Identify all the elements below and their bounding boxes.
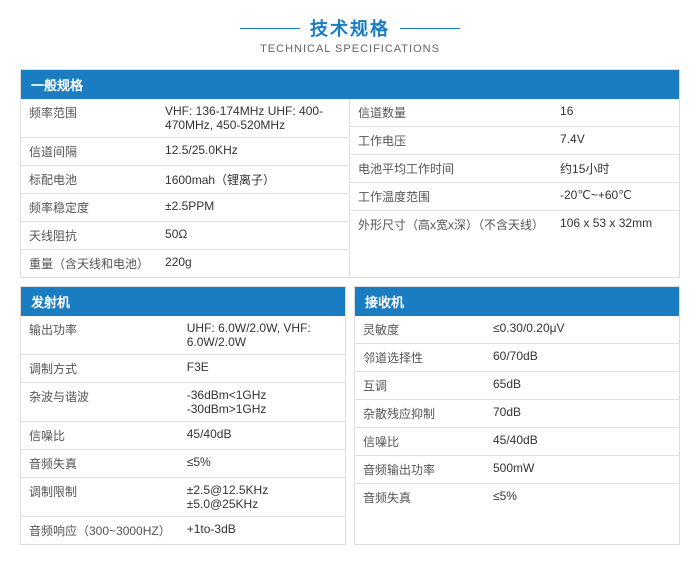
row-value: 220g (157, 250, 349, 278)
table-row: 邻道选择性60/70dB (355, 344, 679, 372)
bottom-sections: 发射机 输出功率UHF: 6.0W/2.0W, VHF: 6.0W/2.0W调制… (20, 286, 680, 545)
general-section: 一般规格 频率范围VHF: 136-174MHz UHF: 400-470MHz… (20, 69, 680, 278)
row-value: 45/40dB (485, 428, 679, 456)
table-row: 工作电压7.4V (350, 127, 679, 155)
table-row: 天线阻抗50Ω (21, 222, 349, 250)
table-row: 重量（含天线和电池）220g (21, 250, 349, 278)
row-label: 互调 (355, 372, 485, 400)
row-label: 音频失真 (355, 484, 485, 512)
table-row: 工作温度范围-20℃~+60℃ (350, 183, 679, 211)
table-row: 调制方式F3E (21, 355, 345, 383)
transmitter-table: 输出功率UHF: 6.0W/2.0W, VHF: 6.0W/2.0W调制方式F3… (21, 316, 345, 544)
row-value: 500mW (485, 456, 679, 484)
row-label: 信噪比 (21, 422, 179, 450)
row-value: 106 x 53 x 32mm (552, 211, 679, 239)
receiver-header: 接收机 (355, 287, 679, 316)
row-label: 杂波与谐波 (21, 383, 179, 422)
table-row: 电池平均工作时间约15小时 (350, 155, 679, 183)
table-row: 音频输出功率500mW (355, 456, 679, 484)
row-value: +1to-3dB (179, 517, 345, 545)
table-row: 信噪比45/40dB (21, 422, 345, 450)
table-row: 频率范围VHF: 136-174MHz UHF: 400-470MHz, 450… (21, 99, 349, 138)
page-wrapper: 技术规格 TECHNICAL SPECIFICATIONS 一般规格 频率范围V… (0, 0, 700, 565)
row-value: ≤5% (179, 450, 345, 478)
row-label: 信道间隔 (21, 138, 157, 166)
row-label: 音频响应（300~3000HZ） (21, 517, 179, 545)
row-value: UHF: 6.0W/2.0W, VHF: 6.0W/2.0W (179, 316, 345, 355)
row-value: ±2.5PPM (157, 194, 349, 222)
row-value: 65dB (485, 372, 679, 400)
row-value: ±2.5@12.5KHz±5.0@25KHz (179, 478, 345, 517)
row-value: F3E (179, 355, 345, 383)
transmitter-section: 发射机 输出功率UHF: 6.0W/2.0W, VHF: 6.0W/2.0W调制… (20, 286, 346, 545)
row-label: 外形尺寸（高x宽x深）（不含天线） (350, 211, 552, 239)
row-label: 重量（含天线和电池） (21, 250, 157, 278)
receiver-table: 灵敏度≤0.30/0.20μV邻道选择性60/70dB互调65dB杂散残应抑制7… (355, 316, 679, 511)
row-label: 标配电池 (21, 166, 157, 194)
header: 技术规格 TECHNICAL SPECIFICATIONS (20, 15, 680, 55)
row-label: 音频输出功率 (355, 456, 485, 484)
row-label: 输出功率 (21, 316, 179, 355)
row-label: 信道数量 (350, 99, 552, 127)
table-row: 信噪比45/40dB (355, 428, 679, 456)
row-value: 70dB (485, 400, 679, 428)
table-row: 互调65dB (355, 372, 679, 400)
header-cn-title: 技术规格 (20, 15, 680, 41)
table-row: 杂波与谐波-36dBm<1GHz-30dBm>1GHz (21, 383, 345, 422)
row-value: 45/40dB (179, 422, 345, 450)
row-value: -20℃~+60℃ (552, 183, 679, 211)
row-label: 调制方式 (21, 355, 179, 383)
row-value: 16 (552, 99, 679, 127)
row-value: 50Ω (157, 222, 349, 250)
row-value: 约15小时 (552, 155, 679, 183)
row-value: 60/70dB (485, 344, 679, 372)
row-value: 7.4V (552, 127, 679, 155)
general-section-header: 一般规格 (21, 70, 679, 99)
general-left-col: 频率范围VHF: 136-174MHz UHF: 400-470MHz, 450… (21, 99, 350, 277)
table-row: 音频失真≤5% (21, 450, 345, 478)
row-label: 频率稳定度 (21, 194, 157, 222)
row-label: 调制限制 (21, 478, 179, 517)
row-label: 邻道选择性 (355, 344, 485, 372)
row-value: ≤5% (485, 484, 679, 512)
table-row: 信道数量16 (350, 99, 679, 127)
general-right-table: 信道数量16工作电压7.4V电池平均工作时间约15小时工作温度范围-20℃~+6… (350, 99, 679, 238)
general-left-table: 频率范围VHF: 136-174MHz UHF: 400-470MHz, 450… (21, 99, 349, 277)
table-row: 输出功率UHF: 6.0W/2.0W, VHF: 6.0W/2.0W (21, 316, 345, 355)
transmitter-header: 发射机 (21, 287, 345, 316)
row-label: 频率范围 (21, 99, 157, 138)
row-value: -36dBm<1GHz-30dBm>1GHz (179, 383, 345, 422)
row-label: 天线阻抗 (21, 222, 157, 250)
table-row: 灵敏度≤0.30/0.20μV (355, 316, 679, 344)
receiver-section: 接收机 灵敏度≤0.30/0.20μV邻道选择性60/70dB互调65dB杂散残… (354, 286, 680, 545)
row-label: 信噪比 (355, 428, 485, 456)
table-row: 调制限制±2.5@12.5KHz±5.0@25KHz (21, 478, 345, 517)
table-row: 音频响应（300~3000HZ）+1to-3dB (21, 517, 345, 545)
row-label: 音频失真 (21, 450, 179, 478)
row-value: ≤0.30/0.20μV (485, 316, 679, 344)
header-en-title: TECHNICAL SPECIFICATIONS (20, 43, 680, 55)
table-row: 杂散残应抑制70dB (355, 400, 679, 428)
table-row: 外形尺寸（高x宽x深）（不含天线）106 x 53 x 32mm (350, 211, 679, 239)
row-label: 工作温度范围 (350, 183, 552, 211)
row-label: 灵敏度 (355, 316, 485, 344)
general-right-col: 信道数量16工作电压7.4V电池平均工作时间约15小时工作温度范围-20℃~+6… (350, 99, 679, 277)
row-label: 杂散残应抑制 (355, 400, 485, 428)
general-body: 频率范围VHF: 136-174MHz UHF: 400-470MHz, 450… (21, 99, 679, 277)
table-row: 音频失真≤5% (355, 484, 679, 512)
table-row: 标配电池1600mah（锂离子） (21, 166, 349, 194)
table-row: 频率稳定度±2.5PPM (21, 194, 349, 222)
row-value: 1600mah（锂离子） (157, 166, 349, 194)
table-row: 信道间隔12.5/25.0KHz (21, 138, 349, 166)
row-label: 工作电压 (350, 127, 552, 155)
row-label: 电池平均工作时间 (350, 155, 552, 183)
row-value: VHF: 136-174MHz UHF: 400-470MHz, 450-520… (157, 99, 349, 138)
row-value: 12.5/25.0KHz (157, 138, 349, 166)
